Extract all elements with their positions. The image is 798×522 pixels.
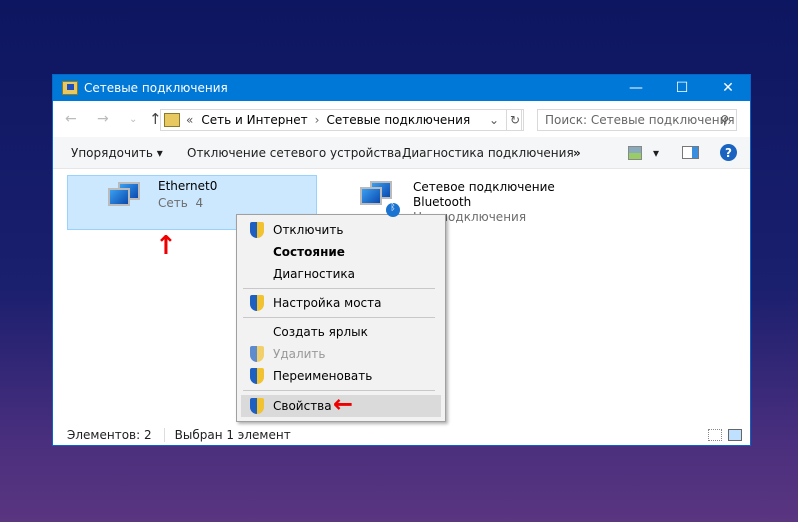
close-button[interactable]: ✕ <box>705 75 751 101</box>
preview-pane-icon[interactable] <box>682 146 699 159</box>
more-commands-button[interactable]: » <box>573 146 581 160</box>
disable-device-button[interactable]: Отключение сетевого устройства <box>187 146 401 160</box>
network-folder-icon <box>62 81 78 95</box>
search-icon: ⚲ <box>720 113 729 127</box>
maximize-button[interactable]: ☐ <box>659 75 705 101</box>
menu-label: Диагностика <box>273 267 356 281</box>
status-bar: Элементов: 2 Выбран 1 элемент <box>53 425 750 445</box>
command-bar: Упорядочить ▾ Отключение сетевого устрой… <box>53 137 750 169</box>
title-bar: Сетевые подключения — ☐ ✕ <box>53 75 750 101</box>
annotation-up-arrow: ↑ <box>155 231 177 261</box>
breadcrumb-network-internet[interactable]: Сеть и Интернет <box>201 113 307 127</box>
menu-label: Состояние <box>273 245 345 259</box>
forward-button[interactable]: → <box>97 111 117 127</box>
menu-item-diagnose[interactable]: Диагностика <box>241 263 441 285</box>
connection-name: Сетевое подключение <box>413 180 555 194</box>
menu-label: Переименовать <box>273 369 373 383</box>
menu-item-disable[interactable]: Отключить <box>241 219 441 241</box>
menu-item-status[interactable]: Состояние <box>241 241 441 263</box>
bluetooth-adapter-icon: ᛒ <box>360 181 400 217</box>
menu-item-bridge[interactable]: Настройка моста <box>241 292 441 314</box>
address-bar-row: ← → ⌄ ↑ « Сеть и Интернет › Сетевые подк… <box>53 101 750 137</box>
uac-shield-icon <box>250 368 264 384</box>
connection-network: Сеть 4 <box>158 196 204 210</box>
chevron-down-icon[interactable]: ⌄ <box>489 113 499 127</box>
menu-label: Свойства <box>273 399 332 413</box>
menu-label: Настройка моста <box>273 296 382 310</box>
large-icons-view-icon[interactable] <box>728 429 742 441</box>
network-adapter-icon <box>108 182 144 212</box>
chevron-right-icon: › <box>314 113 320 127</box>
menu-item-create-shortcut[interactable]: Создать ярлык <box>241 321 441 343</box>
uac-shield-icon <box>250 346 264 362</box>
minimize-button[interactable]: — <box>613 75 659 101</box>
organize-button[interactable]: Упорядочить ▾ <box>71 146 163 160</box>
breadcrumb-network-connections[interactable]: Сетевые подключения <box>326 113 470 127</box>
change-view-icon[interactable] <box>628 146 642 160</box>
menu-separator <box>243 317 435 318</box>
uac-shield-icon <box>250 222 264 238</box>
selection-count: Выбран 1 элемент <box>163 428 291 442</box>
menu-label: Удалить <box>273 347 326 361</box>
menu-item-delete: Удалить <box>241 343 441 365</box>
connection-name: Ethernet0 <box>158 179 218 193</box>
back-button[interactable]: ← <box>65 111 85 127</box>
menu-separator <box>243 288 435 289</box>
search-placeholder: Поиск: Сетевые подключения <box>545 113 735 127</box>
menu-label: Создать ярлык <box>273 325 368 339</box>
address-bar[interactable]: « Сеть и Интернет › Сетевые подключения … <box>160 109 522 131</box>
window-title: Сетевые подключения <box>84 81 228 95</box>
connection-name-line2: Bluetooth <box>413 195 472 209</box>
overflow-crumb[interactable]: « <box>186 113 193 127</box>
uac-shield-icon <box>250 295 264 311</box>
diagnose-button[interactable]: Диагностика подключения <box>402 146 574 160</box>
help-icon[interactable]: ? <box>720 144 737 161</box>
uac-shield-icon <box>250 398 264 414</box>
menu-label: Отключить <box>273 223 344 237</box>
network-folder-icon <box>164 113 180 127</box>
menu-item-rename[interactable]: Переименовать <box>241 365 441 387</box>
details-view-icon[interactable] <box>708 429 722 441</box>
refresh-button[interactable]: ↻ <box>506 109 524 131</box>
view-dropdown-icon[interactable]: ▾ <box>653 146 659 160</box>
search-input[interactable]: Поиск: Сетевые подключения ⚲ <box>537 109 737 131</box>
item-count: Элементов: 2 <box>67 428 152 442</box>
recent-locations-button[interactable]: ⌄ <box>129 114 141 125</box>
annotation-left-arrow: ← <box>333 390 354 418</box>
